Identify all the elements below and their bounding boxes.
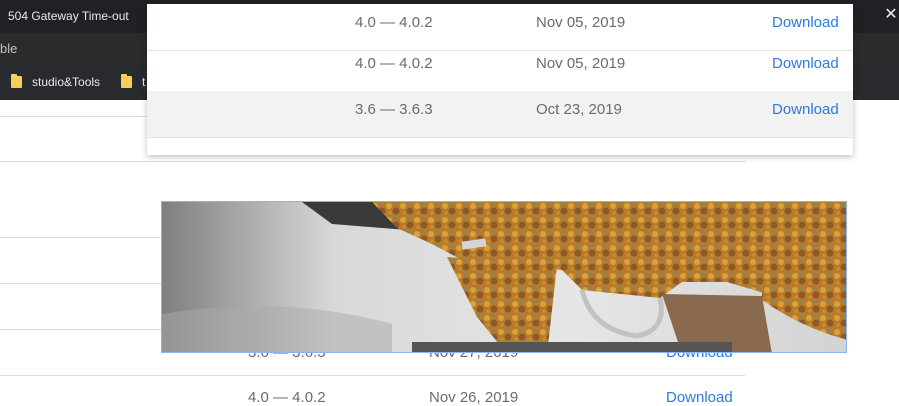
version-cell: 4.0 — 4.0.2	[248, 389, 326, 406]
dropdown-row[interactable]: 4.0 — 4.0.2 Nov 05, 2019 Download	[147, 45, 853, 92]
close-icon[interactable]: ✕	[883, 5, 899, 25]
tab-title[interactable]: 504 Gateway Time-out	[8, 9, 129, 23]
folder-icon	[11, 74, 22, 88]
bookmark-label: studio&Tools	[32, 75, 101, 89]
row-divider	[0, 161, 745, 162]
version-cell: 4.0 — 4.0.2	[355, 14, 433, 31]
bookmark-studio-tools[interactable]: studio&Tools	[11, 74, 100, 90]
address-text[interactable]: ble	[0, 41, 17, 56]
date-cell: Nov 05, 2019	[536, 14, 626, 31]
version-cell: 4.0 — 4.0.2	[355, 55, 433, 72]
folder-icon	[121, 74, 132, 88]
date-cell: Nov 26, 2019	[429, 389, 519, 406]
image-preview[interactable]	[161, 201, 847, 353]
dropdown-row-highlighted[interactable]: 3.6 — 3.6.3 Oct 23, 2019 Download	[147, 91, 853, 138]
download-link[interactable]: Download	[772, 55, 839, 72]
bookmark-second[interactable]: t	[121, 74, 145, 90]
download-link[interactable]: Download	[666, 389, 733, 406]
date-cell: Oct 23, 2019	[536, 101, 622, 118]
date-cell: Nov 05, 2019	[536, 55, 626, 72]
version-cell: 3.6 — 3.6.3	[355, 101, 433, 118]
download-link[interactable]: Download	[772, 14, 839, 31]
row-divider	[0, 375, 745, 376]
version-dropdown: 4.0 — 4.0.2 Nov 05, 2019 Download 4.0 — …	[147, 4, 853, 155]
download-link[interactable]: Download	[772, 101, 839, 118]
dropdown-row[interactable]: 4.0 — 4.0.2 Nov 05, 2019 Download	[147, 4, 853, 51]
rusty-rifle-photo	[162, 202, 846, 352]
bookmark-label: t	[142, 75, 146, 89]
